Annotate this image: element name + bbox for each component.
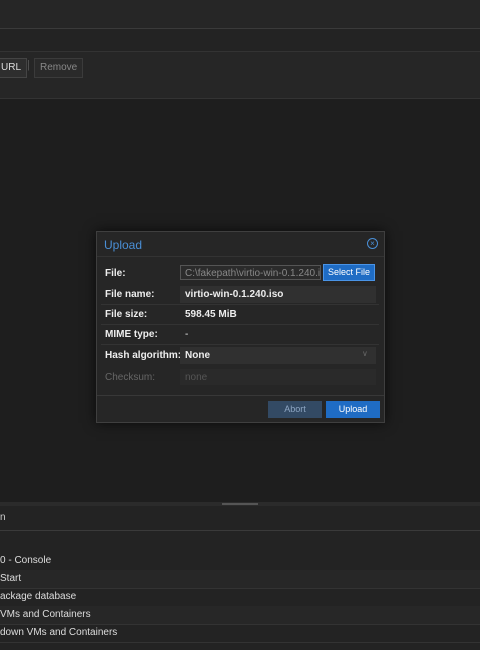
row-divider — [101, 344, 379, 345]
file-label: File: — [105, 268, 126, 279]
filename-value: virtio-win-0.1.240.iso — [185, 289, 284, 300]
sub-bar — [0, 29, 480, 52]
task-row[interactable]: ackage database — [0, 588, 480, 607]
remove-button[interactable]: Remove — [34, 58, 84, 78]
filesize-label: File size: — [105, 309, 148, 320]
task-log-panel: n 0 - Console Start ackage database VMs … — [0, 506, 480, 650]
hash-label: Hash algorithm: — [105, 350, 182, 361]
task-row[interactable]: down VMs and Containers — [0, 624, 480, 643]
hash-value: None — [185, 350, 210, 361]
close-icon[interactable]: × — [367, 238, 378, 249]
upload-button[interactable]: Upload — [326, 401, 380, 418]
hash-algorithm-select[interactable]: None ∨ — [180, 347, 376, 364]
download-from-url-button[interactable]: URL — [0, 58, 28, 78]
mime-label: MIME type: — [105, 329, 158, 340]
dialog-title: Upload — [104, 238, 143, 252]
task-row[interactable]: 0 - Console — [0, 552, 480, 571]
file-path-input[interactable]: C:\fakepath\virtio-win-0.1.240.iso — [180, 265, 321, 280]
storage-toolbar: URL | Remove — [0, 52, 480, 99]
top-bar — [0, 0, 480, 29]
row-divider — [101, 324, 379, 325]
title-divider — [97, 256, 384, 257]
abort-button[interactable]: Abort — [268, 401, 322, 418]
filesize-value: 598.45 MiB — [185, 309, 237, 320]
checksum-label: Checksum: — [105, 372, 156, 383]
chevron-down-icon[interactable]: ∨ — [362, 349, 368, 358]
upload-dialog: Upload × File: C:\fakepath\virtio-win-0.… — [96, 231, 385, 423]
checksum-input[interactable]: none — [180, 369, 376, 385]
select-file-button[interactable]: Select File — [323, 264, 375, 281]
splitter-grip[interactable] — [222, 503, 258, 505]
toolbar-separator: | — [27, 59, 30, 71]
checksum-placeholder: none — [185, 372, 208, 383]
footer-divider — [97, 395, 384, 396]
column-header-description[interactable]: n — [0, 512, 6, 523]
task-log-header: n — [0, 506, 480, 531]
task-row[interactable]: VMs and Containers — [0, 606, 480, 625]
row-divider — [101, 304, 379, 305]
filename-label: File name: — [105, 289, 155, 300]
task-row[interactable]: Start — [0, 570, 480, 589]
mime-value: - — [185, 329, 189, 340]
filename-field[interactable]: virtio-win-0.1.240.iso — [180, 286, 376, 303]
